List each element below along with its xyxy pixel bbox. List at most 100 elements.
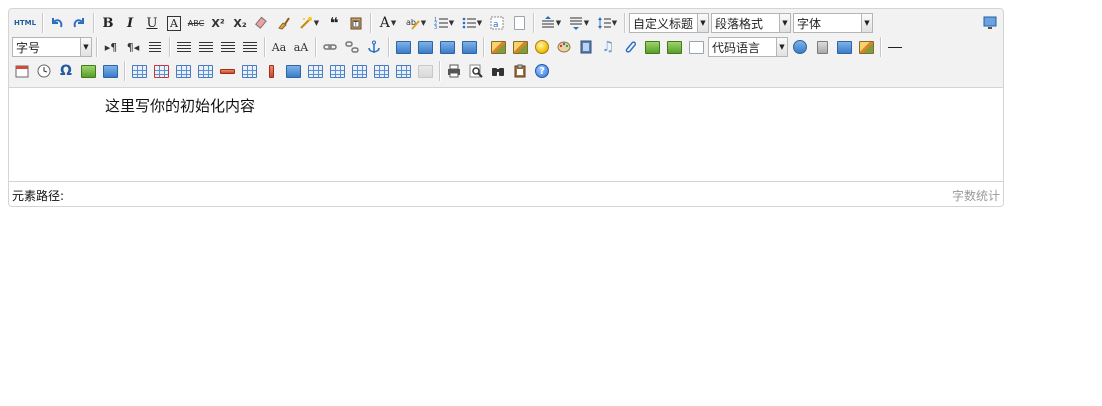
- select-all-icon: a: [490, 16, 504, 30]
- page-break-button[interactable]: [686, 37, 706, 57]
- image-left-button[interactable]: [415, 37, 435, 57]
- editor-content-area[interactable]: 这里写你的初始化内容: [9, 88, 1003, 183]
- image-center-button[interactable]: [459, 37, 479, 57]
- insert-paragraph-before-table-button[interactable]: [173, 61, 193, 81]
- font-color-button[interactable]: A ▼: [375, 13, 401, 33]
- horizontal-rule-button[interactable]: [885, 37, 905, 57]
- insert-row-icon: [197, 64, 213, 78]
- link-icon: [323, 44, 337, 50]
- merge-down-button[interactable]: [327, 61, 347, 81]
- split-to-cells-button[interactable]: [393, 61, 413, 81]
- word-image-button[interactable]: [812, 37, 832, 57]
- select-all-button[interactable]: a: [487, 13, 507, 33]
- font-size-value: 字号: [16, 40, 41, 55]
- font-border-button[interactable]: A: [164, 13, 184, 33]
- align-center-button[interactable]: [196, 37, 216, 57]
- row-spacing-bottom-button[interactable]: ▼: [566, 13, 592, 33]
- to-uppercase-button[interactable]: Aa: [269, 37, 289, 57]
- remove-format-button[interactable]: [252, 13, 272, 33]
- strikethrough-button[interactable]: ABC: [186, 13, 206, 33]
- rtl-direction-button[interactable]: ¶◂: [123, 37, 143, 57]
- draft-button[interactable]: [510, 61, 530, 81]
- align-right-button[interactable]: [218, 37, 238, 57]
- insert-row-button[interactable]: [195, 61, 215, 81]
- insert-frame-button[interactable]: [642, 37, 662, 57]
- merge-cells-button[interactable]: [283, 61, 303, 81]
- row-spacing-top-button[interactable]: ▼: [538, 13, 564, 33]
- search-replace-button[interactable]: [488, 61, 508, 81]
- image-none-button[interactable]: [393, 37, 413, 57]
- map-button[interactable]: [78, 61, 98, 81]
- preview-button[interactable]: [466, 61, 486, 81]
- emotion-button[interactable]: [532, 37, 552, 57]
- ordered-list-button[interactable]: 123 ▼: [431, 13, 457, 33]
- paste-plain-icon: T: [350, 17, 362, 30]
- custom-heading-select[interactable]: 自定义标题 ▼: [629, 13, 709, 33]
- blockquote-button[interactable]: ❝: [324, 13, 344, 33]
- insert-video-button[interactable]: [576, 37, 596, 57]
- split-to-rows-button[interactable]: [349, 61, 369, 81]
- delete-row-button[interactable]: [217, 61, 237, 81]
- align-justify-button[interactable]: [240, 37, 260, 57]
- charts-button[interactable]: [415, 61, 435, 81]
- chevron-down-icon: ▼: [779, 14, 790, 32]
- undo-button[interactable]: [47, 13, 67, 33]
- to-lowercase-button[interactable]: aA: [291, 37, 311, 57]
- multi-image-button[interactable]: [510, 37, 530, 57]
- insert-image-button[interactable]: [488, 37, 508, 57]
- music-button[interactable]: ♫: [598, 37, 618, 57]
- redo-button[interactable]: [69, 13, 89, 33]
- rich-text-editor: HTML B I U A ABC X² X₂ ▼ ❝ T A ▼ ab ▼ 1 …: [8, 8, 1004, 207]
- split-to-cols-button[interactable]: [371, 61, 391, 81]
- link-button[interactable]: [320, 37, 340, 57]
- insert-table-button[interactable]: [129, 61, 149, 81]
- background-button[interactable]: [856, 37, 876, 57]
- insert-col-button[interactable]: [239, 61, 259, 81]
- line-height-button[interactable]: ▼: [594, 13, 620, 33]
- anchor-button[interactable]: [364, 37, 384, 57]
- help-icon: ?: [535, 64, 549, 78]
- ltr-direction-button[interactable]: ▸¶: [101, 37, 121, 57]
- paragraph-format-select[interactable]: 段落格式 ▼: [711, 13, 791, 33]
- web-image-button[interactable]: [664, 37, 684, 57]
- paste-plain-button[interactable]: T: [346, 13, 366, 33]
- format-painter-button[interactable]: [274, 13, 294, 33]
- insert-time-button[interactable]: [34, 61, 54, 81]
- snapscreen-button[interactable]: [790, 37, 810, 57]
- source-html-button[interactable]: HTML: [12, 13, 38, 33]
- indent-icon: [149, 41, 161, 53]
- background-color-button[interactable]: ab ▼: [403, 13, 429, 33]
- special-chars-button[interactable]: Ω: [56, 61, 76, 81]
- fullscreen-button[interactable]: [980, 13, 1000, 33]
- scrawl-button[interactable]: [554, 37, 574, 57]
- help-button[interactable]: ?: [532, 61, 552, 81]
- clear-document-button[interactable]: [509, 13, 529, 33]
- unordered-list-button[interactable]: ▼: [459, 13, 485, 33]
- font-family-value: 字体: [797, 16, 822, 31]
- monitor-icon: [983, 16, 997, 29]
- svg-text:T: T: [353, 21, 358, 28]
- italic-button[interactable]: I: [120, 13, 140, 33]
- frame-icon: [644, 40, 660, 54]
- indent-button[interactable]: [145, 37, 165, 57]
- font-family-select[interactable]: 字体 ▼: [793, 13, 873, 33]
- unlink-button[interactable]: [342, 37, 362, 57]
- auto-typeset-button[interactable]: ▼: [296, 13, 322, 33]
- delete-col-button[interactable]: [261, 61, 281, 81]
- image-right-button[interactable]: [437, 37, 457, 57]
- align-left-button[interactable]: [174, 37, 194, 57]
- chevron-down-icon: ▼: [420, 19, 427, 27]
- word-paste-button[interactable]: [100, 61, 120, 81]
- merge-right-button[interactable]: [305, 61, 325, 81]
- underline-button[interactable]: U: [142, 13, 162, 33]
- attachment-button[interactable]: [620, 37, 640, 57]
- subscript-button[interactable]: X₂: [230, 13, 250, 33]
- insert-date-button[interactable]: [12, 61, 32, 81]
- print-button[interactable]: [444, 61, 464, 81]
- template-button[interactable]: [834, 37, 854, 57]
- delete-table-button[interactable]: [151, 61, 171, 81]
- superscript-button[interactable]: X²: [208, 13, 228, 33]
- bold-button[interactable]: B: [98, 13, 118, 33]
- font-size-select[interactable]: 字号 ▼: [12, 37, 92, 57]
- code-language-select[interactable]: 代码语言 ▼: [708, 37, 788, 57]
